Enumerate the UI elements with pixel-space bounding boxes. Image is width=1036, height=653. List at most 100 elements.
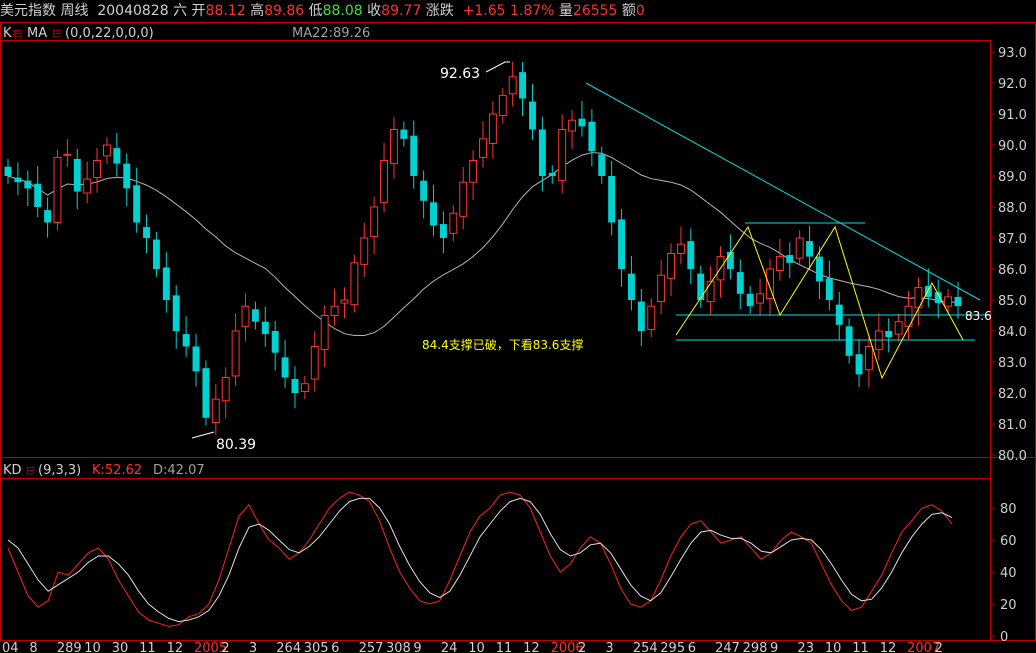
candle: [488, 101, 497, 159]
candle: [133, 167, 141, 233]
candle: [558, 114, 567, 194]
candle: [211, 384, 220, 436]
price-tick-label: 90.0: [998, 139, 1027, 154]
candle: [123, 153, 131, 207]
time-tick-label: 308: [386, 641, 411, 653]
candle: [618, 209, 626, 287]
candle: [924, 268, 932, 308]
candle: [389, 116, 398, 179]
candle: [459, 167, 468, 230]
time-tick-label: 305: [304, 641, 329, 653]
price-tick-label: 87.0: [998, 232, 1027, 247]
price-chart[interactable]: K ⊟ MA ⊟ (0,0,22,0,0,0) MA22:89.26 KD ⊟ …: [0, 0, 1036, 653]
candle: [14, 162, 22, 195]
candle: [300, 375, 309, 400]
price-tick-label: 85.0: [998, 294, 1027, 309]
drawings: [585, 82, 990, 380]
price-tick-label: 88.0: [998, 201, 1027, 216]
time-tick-label: 11: [496, 641, 513, 653]
time-tick-label: 264: [276, 641, 301, 653]
kd-tick-label: 40: [1000, 566, 1017, 581]
peak-leader-line: [485, 61, 510, 73]
candle: [608, 160, 616, 236]
candle: [340, 287, 349, 319]
candle: [271, 320, 279, 371]
kd-tick-label: 20: [1000, 598, 1017, 613]
candle: [241, 293, 250, 342]
candle: [825, 260, 833, 311]
candle: [667, 243, 675, 296]
time-tick-label: 298: [743, 641, 768, 653]
candle: [885, 318, 893, 353]
time-tick-label: 9: [413, 641, 421, 653]
candle: [172, 285, 180, 349]
ma-menu-icon[interactable]: ⊟: [52, 27, 61, 40]
price-tick-label: 81.0: [998, 418, 1027, 433]
price-tick-label: 83.0: [998, 356, 1027, 371]
price-tick-label: 92.0: [998, 77, 1027, 92]
candle: [34, 166, 42, 218]
kd-params: (9,3,3): [38, 463, 81, 478]
candle: [83, 161, 92, 204]
time-tick-label: 257: [359, 641, 384, 653]
candle: [855, 339, 863, 388]
support-annotation: 84.4支撑已破，下看83.6支撑: [422, 337, 583, 352]
trough-leader-line: [191, 431, 215, 439]
candle: [291, 366, 299, 409]
candle: [736, 259, 744, 309]
candle: [410, 120, 418, 189]
candle: [538, 116, 546, 192]
time-tick-label: 12: [880, 641, 897, 653]
candle: [330, 288, 339, 326]
ma-value: MA22:89.26: [292, 26, 370, 41]
candle: [746, 286, 754, 314]
kd-tick-label: 60: [1000, 534, 1017, 549]
candle: [281, 339, 289, 388]
candle: [53, 149, 62, 231]
main-indicator-menu-icon[interactable]: ⊟: [13, 27, 22, 40]
time-tick-label: 11: [852, 641, 869, 653]
candle: [795, 230, 804, 266]
candle: [786, 242, 794, 278]
candle: [113, 132, 121, 177]
time-tick-label: 6: [331, 641, 339, 653]
candle: [894, 313, 903, 342]
candle: [400, 121, 408, 147]
candle: [845, 318, 853, 364]
candle: [152, 231, 160, 277]
kd-axis: 0 20 40 60 80: [990, 502, 1017, 645]
time-tick-label: 9: [770, 641, 778, 653]
time-tick-label: 23: [797, 641, 814, 653]
candle: [627, 255, 635, 311]
candle: [44, 197, 52, 238]
kd-d-value: D:42.07: [153, 463, 205, 478]
time-tick-label: 11: [139, 641, 156, 653]
price-tick-label: 82.0: [998, 387, 1027, 402]
candle: [806, 225, 814, 270]
time-tick-label: 10: [825, 641, 842, 653]
price-tick-label: 93.0: [998, 46, 1027, 61]
candle: [261, 306, 269, 347]
candle: [430, 184, 437, 236]
candle: [439, 211, 447, 254]
candle: [73, 148, 81, 210]
price-axis: 80.0 81.0 82.0 83.0 84.0 85.0 86.0 87.0 88.0 89.0…: [990, 46, 1027, 464]
time-axis: 04 8 289 10 30 11 12 20052 3 264 305 6 257 308 9 24 10 11…: [2, 641, 943, 653]
candle: [360, 222, 369, 278]
kd-tick-label: 0: [1000, 630, 1008, 645]
candle: [24, 170, 32, 207]
candle: [944, 289, 953, 314]
candle: [954, 281, 962, 319]
candle: [221, 367, 230, 419]
ma22-polyline: [7, 152, 959, 336]
price-tick-label: 86.0: [998, 263, 1027, 278]
candles: [4, 61, 962, 436]
candle: [568, 109, 577, 149]
time-tick-label: 12: [523, 641, 540, 653]
time-tick-label: 2: [935, 641, 943, 653]
kd-tick-label: 80: [1000, 502, 1017, 517]
candle: [874, 313, 883, 360]
kd-menu-icon[interactable]: ⊟: [26, 464, 35, 477]
ma-label: MA: [27, 26, 47, 41]
time-tick-label: 8: [29, 641, 37, 653]
